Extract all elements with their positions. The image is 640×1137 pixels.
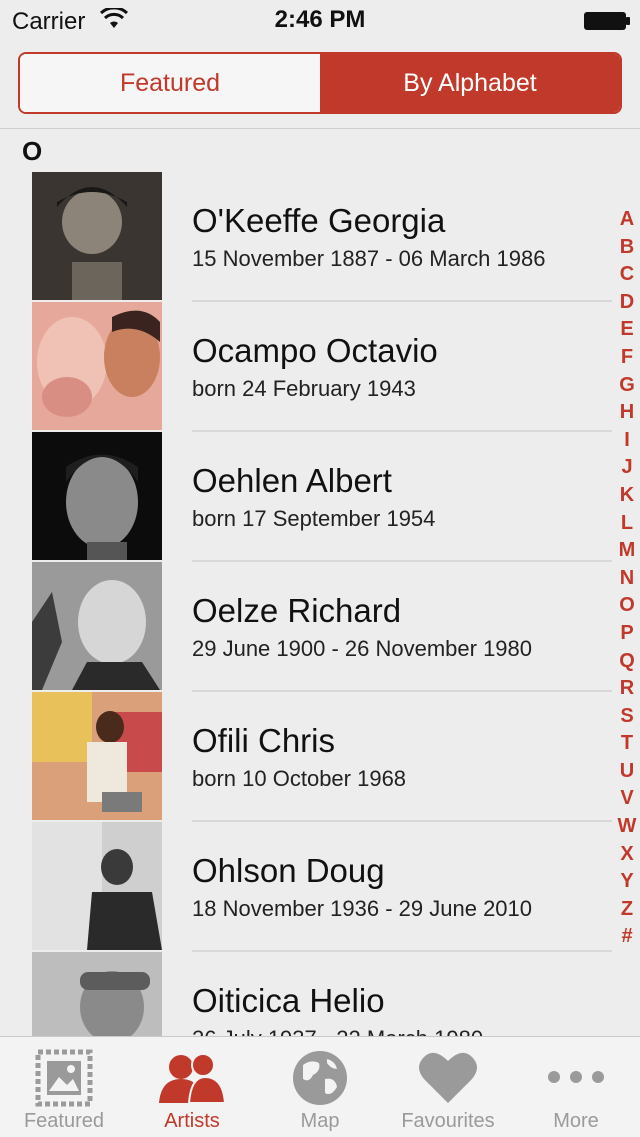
globe-icon — [293, 1051, 347, 1105]
tab-featured[interactable]: Featured — [0, 1037, 128, 1137]
index-letter[interactable]: D — [614, 289, 640, 317]
artist-name: O'Keeffe Georgia — [192, 202, 446, 239]
index-letter[interactable]: B — [614, 234, 640, 262]
index-letter[interactable]: S — [614, 703, 640, 731]
tab-bar: Featured Artists Map Favourites More — [0, 1036, 640, 1137]
index-letter[interactable]: I — [614, 427, 640, 455]
artist-photo — [32, 822, 162, 950]
section-header: O — [22, 136, 43, 166]
index-letter[interactable]: T — [614, 730, 640, 758]
header-divider — [0, 128, 640, 129]
tab-label: Artists — [164, 1110, 220, 1132]
artist-name: Ohlson Doug — [192, 852, 385, 889]
artist-dates: 18 November 1936 - 29 June 2010 — [192, 896, 533, 921]
tab-favourites[interactable]: Favourites — [384, 1037, 512, 1137]
artist-row[interactable]: Ofili Chris born 10 October 1968 — [32, 692, 612, 822]
index-letter[interactable]: # — [614, 923, 640, 951]
segment-featured[interactable]: Featured — [20, 54, 320, 112]
tab-artists[interactable]: Artists — [128, 1037, 256, 1137]
artist-photo — [32, 432, 162, 560]
artist-name: Oehlen Albert — [192, 462, 392, 499]
artist-photo — [32, 302, 162, 430]
alphabet-index[interactable]: A B C D E F G H I J K L M N O P Q R S T … — [614, 206, 640, 951]
index-letter[interactable]: H — [614, 399, 640, 427]
tab-map[interactable]: Map — [256, 1037, 384, 1137]
artist-row[interactable]: Ocampo Octavio born 24 February 1943 — [32, 302, 612, 432]
index-letter[interactable]: Y — [614, 868, 640, 896]
artist-photo — [32, 692, 162, 820]
tab-label: Featured — [23, 1110, 105, 1132]
index-letter[interactable]: Z — [614, 896, 640, 924]
battery-icon — [584, 12, 630, 30]
index-letter[interactable]: X — [614, 841, 640, 869]
index-letter[interactable]: P — [614, 620, 640, 648]
more-icon — [548, 1071, 604, 1083]
status-bar: Carrier 2:46 PM — [0, 0, 640, 40]
index-letter[interactable]: F — [614, 344, 640, 372]
index-letter[interactable]: O — [614, 592, 640, 620]
index-letter[interactable]: M — [614, 537, 640, 565]
artist-name: Ofili Chris — [192, 722, 336, 759]
tab-more[interactable]: More — [512, 1037, 640, 1137]
artist-row[interactable]: Ohlson Doug 18 November 1936 - 29 June 2… — [32, 822, 612, 952]
artist-dates: born 10 October 1968 — [192, 766, 407, 791]
status-time: 2:46 PM — [274, 6, 366, 33]
segmented-control: Featured By Alphabet — [18, 52, 622, 114]
index-letter[interactable]: C — [614, 261, 640, 289]
index-letter[interactable]: V — [614, 785, 640, 813]
index-letter[interactable]: A — [614, 206, 640, 234]
artist-dates: born 24 February 1943 — [192, 376, 416, 401]
artist-photo — [32, 172, 162, 300]
artist-dates: born 17 September 1954 — [192, 506, 436, 531]
artist-list[interactable]: O'Keeffe Georgia 15 November 1887 - 06 M… — [32, 172, 612, 1082]
artist-name: Oelze Richard — [192, 592, 402, 629]
index-letter[interactable]: K — [614, 482, 640, 510]
index-letter[interactable]: N — [614, 565, 640, 593]
artist-dates: 15 November 1887 - 06 March 1986 — [192, 246, 546, 271]
index-letter[interactable]: U — [614, 758, 640, 786]
artist-row[interactable]: O'Keeffe Georgia 15 November 1887 - 06 M… — [32, 172, 612, 302]
stamp-icon — [35, 1049, 93, 1107]
artist-photo — [32, 562, 162, 690]
index-letter[interactable]: G — [614, 372, 640, 400]
index-letter[interactable]: R — [614, 675, 640, 703]
artist-row[interactable]: Oelze Richard 29 June 1900 - 26 November… — [32, 562, 612, 692]
tab-label: More — [553, 1110, 599, 1132]
artist-name: Oiticica Helio — [192, 982, 385, 1019]
index-letter[interactable]: L — [614, 510, 640, 538]
index-letter[interactable]: Q — [614, 648, 640, 676]
index-letter[interactable]: W — [614, 813, 640, 841]
artist-dates: 29 June 1900 - 26 November 1980 — [192, 636, 533, 661]
artist-row[interactable]: Oehlen Albert born 17 September 1954 — [32, 432, 612, 562]
artist-name: Ocampo Octavio — [192, 332, 438, 369]
heart-icon — [419, 1052, 477, 1103]
index-letter[interactable]: J — [614, 454, 640, 482]
index-letter[interactable]: E — [614, 316, 640, 344]
people-icon — [159, 1053, 225, 1104]
tab-label: Map — [300, 1110, 340, 1132]
segment-by-alphabet[interactable]: By Alphabet — [320, 54, 620, 112]
tab-label: Favourites — [401, 1110, 495, 1132]
